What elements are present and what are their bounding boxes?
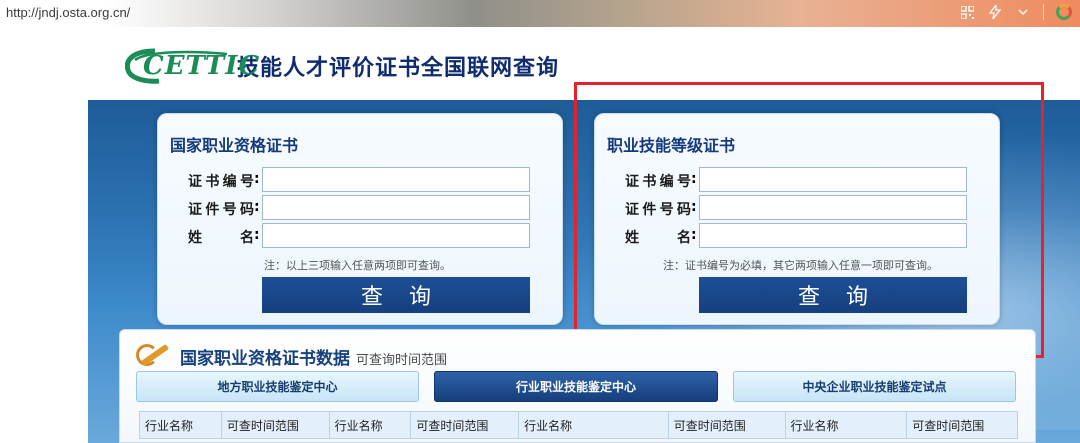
address-bar-divider (1043, 4, 1044, 20)
column-header: 行业名称 (330, 412, 412, 438)
address-bar-icons (959, 4, 1072, 20)
field-label: 证件号码 (188, 202, 254, 218)
lightning-icon[interactable] (987, 4, 1003, 20)
magnifier-pen-icon (136, 342, 174, 370)
data-tabs: 地方职业技能鉴定中心 行业职业技能鉴定中心 中央企业职业技能鉴定试点 (136, 371, 1020, 403)
panel-title: 国家职业资格证书 (170, 136, 299, 155)
data-section-title: 国家职业资格证书数据 (180, 348, 350, 369)
cettic-logo[interactable]: CETTIC (125, 48, 259, 84)
column-header: 可查时间范围 (912, 418, 985, 433)
qr-code-icon[interactable] (959, 4, 975, 20)
form-note: 注：以上三项输入任意两项即可查询。 (264, 259, 451, 272)
field-colon: : (254, 199, 260, 215)
logo-text: CETTIC (143, 51, 261, 81)
browser-address-bar: http://jndj.osta.org.cn/ (0, 0, 1080, 27)
certificate-number-input[interactable] (262, 167, 530, 192)
query-button[interactable]: 查询 (262, 277, 530, 313)
address-url[interactable]: http://jndj.osta.org.cn/ (6, 5, 130, 20)
field-colon: : (254, 227, 260, 243)
site-header: CETTIC 技能人才评价证书全国联网查询 (125, 46, 559, 86)
form-row-certificate-number: 证书编号 : (158, 167, 562, 193)
tab-central-enterprise-pilots[interactable]: 中央企业职业技能鉴定试点 (733, 371, 1016, 402)
chevron-down-icon[interactable] (1015, 4, 1031, 20)
form-row-name: 姓名 : (158, 223, 562, 249)
highlight-frame (574, 82, 1044, 358)
field-colon: : (254, 171, 260, 187)
tab-industry-centers[interactable]: 行业职业技能鉴定中心 (434, 371, 718, 402)
table-header-row: 行业名称 可查时间范围 行业名称 可查时间范围 行业名称 可查时间范围 行业名称… (139, 411, 1018, 439)
column-header: 可查时间范围 (411, 412, 520, 438)
field-label: 证书编号 (188, 174, 254, 190)
data-section-header: 国家职业资格证书数据 可查询时间范围 (136, 342, 447, 370)
certificate-data-section: 国家职业资格证书数据 可查询时间范围 地方职业技能鉴定中心 行业职业技能鉴定中心… (119, 329, 1036, 443)
column-header: 可查时间范围 (222, 412, 330, 438)
column-header: 可查时间范围 (669, 412, 786, 438)
name-input[interactable] (262, 223, 530, 248)
page-title: 技能人才评价证书全国联网查询 (237, 56, 560, 81)
column-header: 行业名称 (140, 412, 222, 438)
id-number-input[interactable] (262, 195, 530, 220)
data-section-subtitle: 可查询时间范围 (356, 352, 448, 368)
tab-local-centers[interactable]: 地方职业技能鉴定中心 (136, 371, 419, 402)
column-header: 行业名称 (519, 412, 669, 438)
refresh-extension-icon[interactable] (1056, 4, 1072, 20)
form-row-id-number: 证件号码 : (158, 195, 562, 221)
qualification-certificate-panel: 国家职业资格证书 证书编号 : 证件号码 : 姓名 : 注：以上三项输入任意两项… (157, 113, 563, 325)
field-label: 姓名 (188, 230, 254, 246)
column-header: 行业名称 (786, 412, 908, 438)
